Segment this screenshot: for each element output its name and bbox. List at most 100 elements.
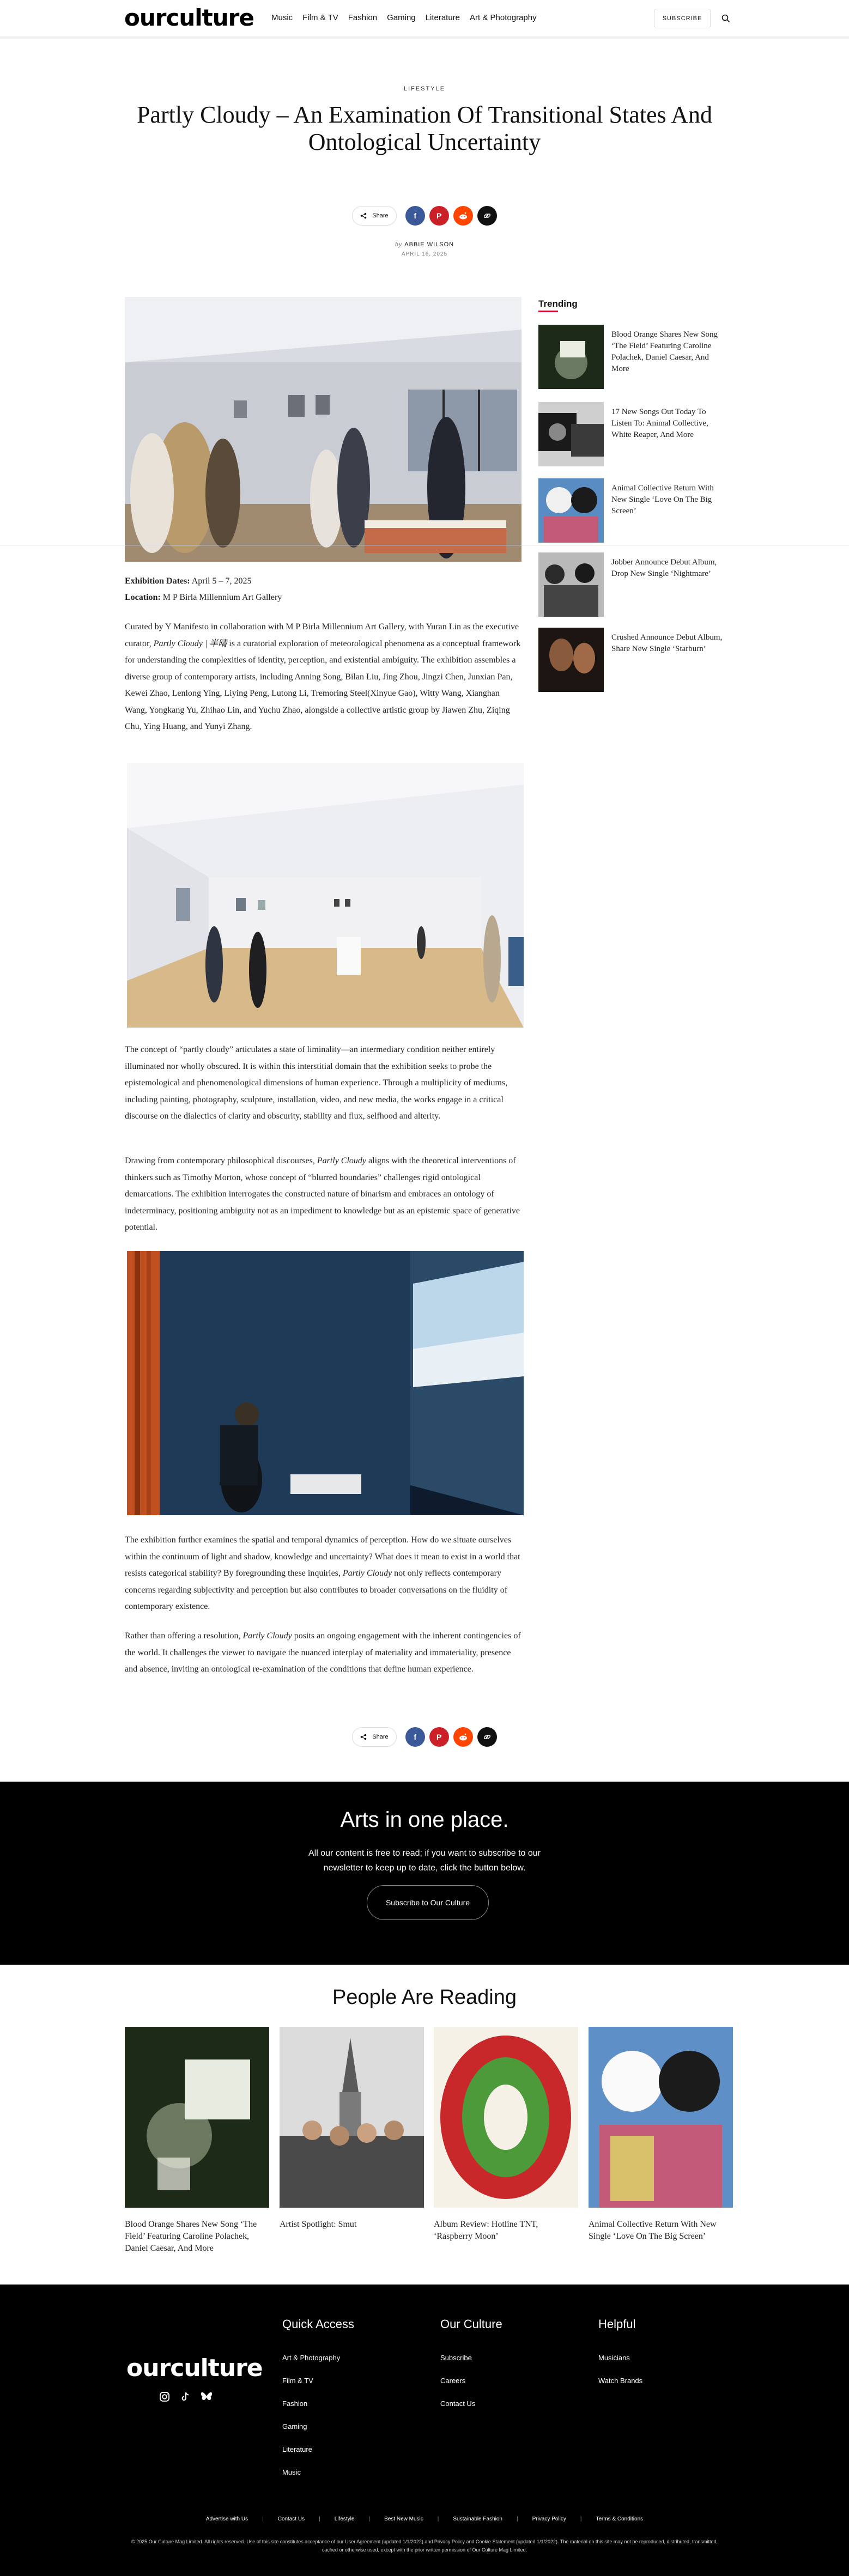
facebook-icon[interactable]: f bbox=[405, 206, 425, 226]
trending-thumbnail[interactable] bbox=[538, 402, 604, 466]
footer-quick-access-heading: Quick Access bbox=[282, 2317, 355, 2331]
trending-title[interactable]: Jobber Announce Debut Album, Drop New Si… bbox=[611, 552, 724, 617]
nav-item-music[interactable]: Music bbox=[271, 13, 293, 22]
trending-item[interactable]: Blood Orange Shares New Song ‘The Field’… bbox=[538, 325, 724, 389]
hero-image bbox=[125, 297, 521, 562]
footer-bottom-link[interactable]: Best New Music bbox=[384, 2516, 423, 2522]
footer-link[interactable]: Fashion bbox=[282, 2392, 354, 2415]
article-paragraph-3: Drawing from contemporary philosophical … bbox=[125, 1156, 520, 1232]
reading-card[interactable]: Artist Spotlight: Smut bbox=[280, 2027, 424, 2231]
footer-bottom-link[interactable]: Lifestyle bbox=[335, 2516, 355, 2522]
trending-thumbnail[interactable] bbox=[538, 478, 604, 543]
search-icon[interactable] bbox=[718, 11, 733, 26]
instagram-icon[interactable] bbox=[159, 2391, 170, 2402]
author-prefix: by bbox=[395, 240, 403, 248]
subscribe-heading: Arts in one place. bbox=[340, 1808, 509, 1832]
reddit-icon[interactable] bbox=[453, 206, 473, 226]
exhibition-location-label: Location: bbox=[125, 593, 161, 602]
reading-card-image[interactable] bbox=[125, 2027, 269, 2208]
reading-card[interactable]: Animal Collective Return With New Single… bbox=[589, 2027, 733, 2243]
footer-link[interactable]: Musicians bbox=[598, 2347, 642, 2370]
trending-title[interactable]: Blood Orange Shares New Song ‘The Field’… bbox=[611, 325, 724, 389]
bluesky-icon[interactable] bbox=[201, 2391, 213, 2402]
site-logo[interactable]: ourculture bbox=[124, 4, 254, 31]
nav-item-literature[interactable]: Literature bbox=[426, 13, 460, 22]
nav-item-fashion[interactable]: Fashion bbox=[348, 13, 377, 22]
trending-item[interactable]: Animal Collective Return With New Single… bbox=[538, 478, 724, 543]
footer-link[interactable]: Film & TV bbox=[282, 2370, 354, 2392]
nav-item-art-photography[interactable]: Art & Photography bbox=[470, 13, 537, 22]
trending-item[interactable]: Jobber Announce Debut Album, Drop New Si… bbox=[538, 552, 724, 617]
subscribe-cta-button[interactable]: Subscribe to Our Culture bbox=[367, 1885, 489, 1920]
footer-link[interactable]: Contact Us bbox=[440, 2392, 502, 2415]
exhibition-location-value: M P Birla Millennium Art Gallery bbox=[162, 593, 282, 602]
reading-card-title[interactable]: Artist Spotlight: Smut bbox=[280, 2219, 424, 2231]
exhibition-dates-label: Exhibition Dates: bbox=[125, 576, 190, 586]
footer-link[interactable]: Careers bbox=[440, 2370, 502, 2392]
trending-item[interactable]: 17 New Songs Out Today To Listen To: Ani… bbox=[538, 402, 724, 466]
share-label: Share bbox=[372, 1734, 389, 1740]
people-reading-heading: People Are Reading bbox=[332, 1986, 517, 2009]
footer-link[interactable]: Music bbox=[282, 2461, 354, 2484]
footer-logo[interactable]: ourculture bbox=[126, 2354, 263, 2382]
copy-link-icon[interactable] bbox=[477, 206, 497, 226]
trending-title[interactable]: Animal Collective Return With New Single… bbox=[611, 478, 724, 543]
article-title: Partly Cloudy – An Examination Of Transi… bbox=[137, 101, 712, 155]
share-button[interactable]: Share bbox=[352, 206, 397, 226]
reading-card-title[interactable]: Blood Orange Shares New Song ‘The Field’… bbox=[125, 2219, 269, 2255]
header-subscribe-button[interactable]: SUBSCRIBE bbox=[654, 9, 711, 28]
footer-link[interactable]: Art & Photography bbox=[282, 2347, 354, 2370]
share-icon bbox=[361, 1734, 367, 1740]
tiktok-icon[interactable] bbox=[180, 2391, 191, 2402]
footer-bottom-link[interactable]: Privacy Policy bbox=[532, 2516, 566, 2522]
footer-link[interactable]: Watch Brands bbox=[598, 2370, 642, 2392]
share-row-top: Share f P bbox=[0, 206, 849, 226]
trending-thumbnail[interactable] bbox=[538, 628, 604, 692]
trending-title[interactable]: Crushed Announce Debut Album, Share New … bbox=[611, 628, 724, 692]
footer-helpful-heading: Helpful bbox=[598, 2317, 636, 2331]
reading-card-title[interactable]: Animal Collective Return With New Single… bbox=[589, 2219, 733, 2243]
trending-title[interactable]: 17 New Songs Out Today To Listen To: Ani… bbox=[611, 402, 724, 466]
article-category[interactable]: LIFESTYLE bbox=[0, 86, 849, 92]
reading-card[interactable]: Album Review: Hotline TNT, ‘Raspberry Mo… bbox=[434, 2027, 578, 2243]
author-name[interactable]: ABBIE WILSON bbox=[404, 241, 454, 248]
header-divider bbox=[0, 37, 849, 39]
reading-card-image[interactable] bbox=[280, 2027, 424, 2208]
footer-our-culture-heading: Our Culture bbox=[440, 2317, 502, 2331]
trending-thumbnail[interactable] bbox=[538, 325, 604, 389]
footer-quick-access: Quick Access Art & Photography Film & TV… bbox=[282, 2317, 354, 2484]
footer-bottom-link[interactable]: Contact Us bbox=[278, 2516, 305, 2522]
reading-card-image[interactable] bbox=[589, 2027, 733, 2208]
trending-underline bbox=[538, 311, 558, 312]
facebook-icon[interactable]: f bbox=[405, 1727, 425, 1747]
footer-link[interactable]: Gaming bbox=[282, 2415, 354, 2438]
article-paragraph-1: Curated by Y Manifesto in collaboration … bbox=[125, 622, 521, 731]
nav-item-gaming[interactable]: Gaming bbox=[387, 13, 416, 22]
footer-legal: © 2025 Our Culture Mag Limited. All righ… bbox=[131, 2539, 718, 2553]
reddit-icon[interactable] bbox=[453, 1727, 473, 1747]
share-button[interactable]: Share bbox=[352, 1727, 397, 1747]
publish-date: APRIL 16, 2025 bbox=[401, 251, 448, 257]
reading-card-title[interactable]: Album Review: Hotline TNT, ‘Raspberry Mo… bbox=[434, 2219, 578, 2243]
trending-item[interactable]: Crushed Announce Debut Album, Share New … bbox=[538, 628, 724, 692]
article-paragraph-4: The exhibition further examines the spat… bbox=[125, 1535, 520, 1611]
footer-link[interactable]: Literature bbox=[282, 2438, 354, 2461]
link-separator: | bbox=[368, 2516, 371, 2522]
gallery-image-2 bbox=[127, 763, 524, 1028]
pinterest-icon[interactable]: P bbox=[429, 206, 449, 226]
share-icon bbox=[361, 212, 367, 219]
share-row-bottom: Share f P bbox=[0, 1727, 849, 1747]
reading-card-image[interactable] bbox=[434, 2027, 578, 2208]
footer-bottom-link[interactable]: Sustainable Fashion bbox=[453, 2516, 502, 2522]
nav-item-film-tv[interactable]: Film & TV bbox=[302, 13, 338, 22]
subscribe-text: All our content is free to read; if you … bbox=[308, 1849, 541, 1873]
trending-thumbnail[interactable] bbox=[538, 552, 604, 617]
copy-link-icon[interactable] bbox=[477, 1727, 497, 1747]
pinterest-icon[interactable]: P bbox=[429, 1727, 449, 1747]
footer-our-culture: Our Culture Subscribe Careers Contact Us bbox=[440, 2317, 502, 2415]
footer-bottom-link[interactable]: Advertise with Us bbox=[206, 2516, 248, 2522]
exhibition-location: Location: M P Birla Millennium Art Galle… bbox=[125, 590, 523, 606]
footer-bottom-link[interactable]: Terms & Conditions bbox=[596, 2516, 643, 2522]
footer-link[interactable]: Subscribe bbox=[440, 2347, 502, 2370]
reading-card[interactable]: Blood Orange Shares New Song ‘The Field’… bbox=[125, 2027, 269, 2255]
